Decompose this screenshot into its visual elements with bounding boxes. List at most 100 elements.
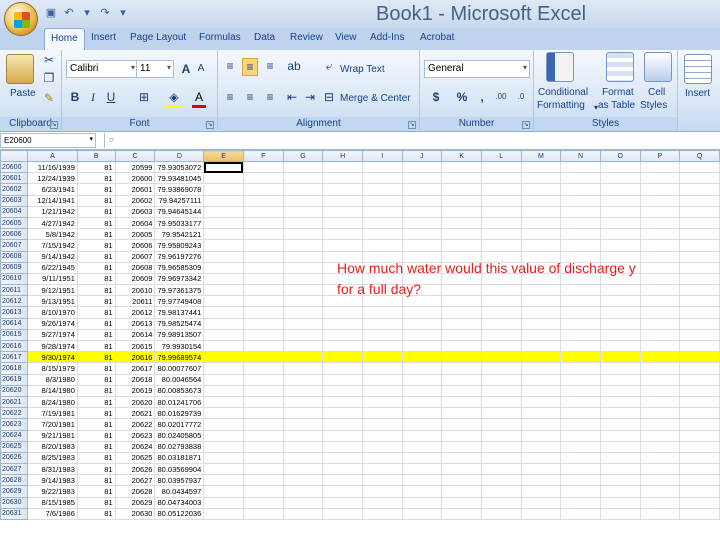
cell[interactable] xyxy=(679,160,720,174)
format-painter-icon[interactable]: ✎ xyxy=(42,90,56,106)
cell[interactable] xyxy=(401,373,443,386)
cell[interactable] xyxy=(242,384,284,397)
column-header[interactable]: L xyxy=(480,150,522,162)
cell[interactable]: 7/15/1942 xyxy=(26,239,78,252)
cell[interactable] xyxy=(560,160,601,174)
cell[interactable] xyxy=(560,485,601,498)
cell[interactable] xyxy=(322,205,363,218)
row-header[interactable]: 20609 xyxy=(0,261,28,274)
cell[interactable] xyxy=(203,407,244,420)
cell[interactable] xyxy=(203,295,244,308)
cell[interactable] xyxy=(203,261,244,274)
cell[interactable] xyxy=(480,451,522,465)
save-icon[interactable]: ▣ xyxy=(44,6,58,20)
cell[interactable]: 81 xyxy=(76,373,116,386)
cell[interactable]: 8/15/1985 xyxy=(26,496,78,509)
cell[interactable] xyxy=(679,194,720,207)
office-button[interactable] xyxy=(4,2,38,36)
cell[interactable] xyxy=(441,362,482,375)
cell[interactable] xyxy=(242,429,284,442)
row-header[interactable]: 20614 xyxy=(0,317,28,330)
align-right-icon[interactable]: ≡ xyxy=(262,89,278,105)
cell[interactable] xyxy=(401,239,443,252)
column-header[interactable]: P xyxy=(639,150,681,162)
cell[interactable]: 81 xyxy=(76,384,116,397)
cell[interactable]: 9/21/1981 xyxy=(26,429,78,442)
row-header[interactable]: 20625 xyxy=(0,440,28,453)
cell[interactable] xyxy=(401,205,443,218)
cell[interactable] xyxy=(203,451,244,465)
cell[interactable] xyxy=(560,373,601,386)
cell[interactable]: 20624 xyxy=(114,440,156,453)
cell[interactable]: 7/20/1981 xyxy=(26,418,78,431)
cell[interactable]: 80.03181871 xyxy=(154,451,205,465)
format-as-table-icon[interactable] xyxy=(606,52,634,82)
cell[interactable] xyxy=(679,351,720,364)
cell[interactable] xyxy=(282,250,324,263)
cell[interactable] xyxy=(560,172,601,185)
cell[interactable] xyxy=(242,216,284,230)
cell[interactable] xyxy=(560,216,601,230)
cell[interactable] xyxy=(560,205,601,218)
cell[interactable]: 6/23/1941 xyxy=(26,183,78,196)
row-header[interactable]: 20617 xyxy=(0,351,28,364)
cell[interactable]: 81 xyxy=(76,216,116,230)
cell[interactable] xyxy=(322,496,363,509)
cell[interactable] xyxy=(361,306,403,319)
cell[interactable] xyxy=(480,183,522,196)
cell[interactable] xyxy=(282,228,324,241)
font-color-icon[interactable]: A xyxy=(192,89,206,108)
cell[interactable] xyxy=(282,272,324,286)
cell[interactable] xyxy=(242,418,284,431)
cell[interactable]: 9/14/1942 xyxy=(26,250,78,263)
cell[interactable] xyxy=(203,194,244,207)
cell[interactable] xyxy=(639,507,681,521)
cell[interactable]: 79.93053072 xyxy=(154,160,205,174)
cell[interactable]: 8/31/1983 xyxy=(26,463,78,476)
cell[interactable] xyxy=(361,317,403,330)
cell[interactable] xyxy=(203,284,244,297)
row-header[interactable]: 20619 xyxy=(0,373,28,386)
column-header[interactable]: K xyxy=(441,150,482,162)
column-header[interactable]: I xyxy=(361,150,403,162)
cell-styles-label-2[interactable]: Styles xyxy=(640,100,667,111)
cell[interactable] xyxy=(639,306,681,319)
cell[interactable] xyxy=(361,463,403,476)
cell[interactable]: 20629 xyxy=(114,496,156,509)
align-top-icon[interactable]: ≡ xyxy=(222,58,238,74)
cell[interactable] xyxy=(679,507,720,521)
cell[interactable] xyxy=(599,395,641,409)
cell[interactable] xyxy=(520,362,562,375)
paste-label[interactable]: Paste xyxy=(10,88,36,99)
cell[interactable]: 81 xyxy=(76,261,116,274)
cell[interactable] xyxy=(203,160,244,174)
cell[interactable] xyxy=(282,239,324,252)
cell[interactable]: 4/27/1942 xyxy=(26,216,78,230)
format-as-table-label-2[interactable]: as Table xyxy=(598,100,635,111)
cell[interactable] xyxy=(441,239,482,252)
cell[interactable]: 20603 xyxy=(114,205,156,218)
cell[interactable] xyxy=(203,485,244,498)
cell[interactable] xyxy=(441,485,482,498)
cell[interactable] xyxy=(441,463,482,476)
cell[interactable] xyxy=(679,339,720,353)
cell[interactable] xyxy=(203,228,244,241)
cell[interactable] xyxy=(679,250,720,263)
cell[interactable] xyxy=(480,205,522,218)
cell[interactable] xyxy=(520,451,562,465)
cell[interactable] xyxy=(242,272,284,286)
cell[interactable] xyxy=(639,407,681,420)
cell[interactable] xyxy=(599,485,641,498)
cell[interactable] xyxy=(560,418,601,431)
cell[interactable] xyxy=(401,194,443,207)
tab-page-layout[interactable]: Page Layout xyxy=(130,32,186,43)
cell[interactable] xyxy=(441,507,482,521)
cell[interactable] xyxy=(441,373,482,386)
cell[interactable] xyxy=(520,317,562,330)
tab-home[interactable]: Home xyxy=(44,28,85,50)
cell[interactable]: 79.9542121 xyxy=(154,228,205,241)
row-header[interactable]: 20605 xyxy=(0,216,28,230)
cell[interactable] xyxy=(480,429,522,442)
cell[interactable]: 81 xyxy=(76,295,116,308)
cell[interactable]: 81 xyxy=(76,239,116,252)
